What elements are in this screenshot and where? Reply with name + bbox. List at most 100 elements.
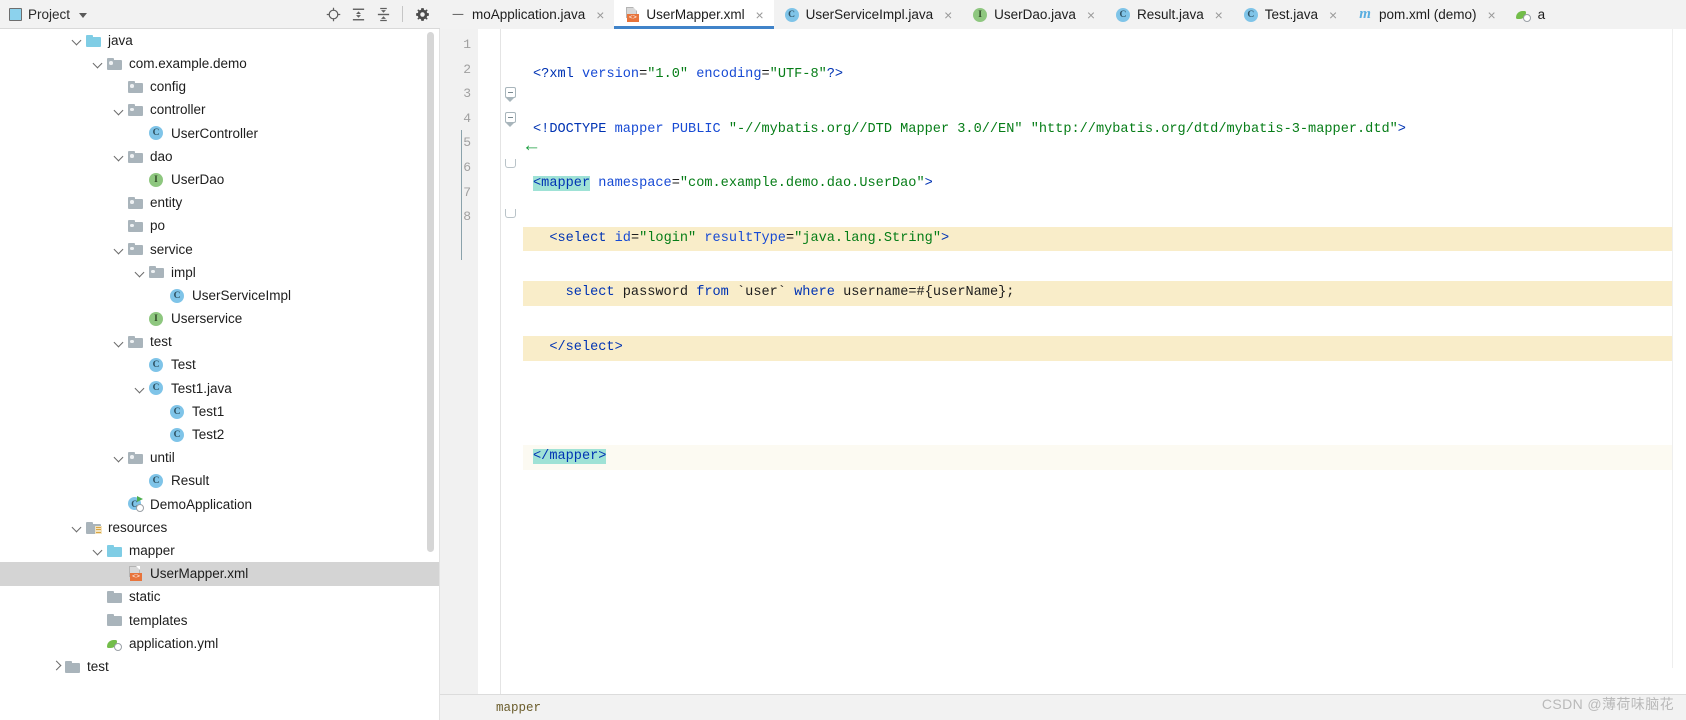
tab-label: UserServiceImpl.java [805,7,934,22]
tree-item-impl[interactable]: impl [0,261,440,284]
settings-gear-icon[interactable] [411,3,433,25]
editor-tab-moapplication[interactable]: ─ moApplication.java × [440,0,614,29]
close-icon[interactable]: × [1213,8,1225,22]
tree-item-entity[interactable]: entity [0,191,440,214]
tree-item-label: service [150,241,193,257]
main-body: java com.example.demo config controller C Use… [0,29,1686,720]
tree-item-templates[interactable]: templates [0,609,440,632]
tab-label: moApplication.java [472,7,586,22]
tree-item-label: until [150,450,175,466]
tree-item-test1[interactable]: C Test1 [0,400,440,423]
tree-item-controller[interactable]: controller [0,99,440,122]
tree-item-label: com.example.demo [129,56,247,72]
chevron-down-icon[interactable] [79,12,88,18]
folder-package [128,243,145,256]
code-folding-column[interactable] [500,29,523,694]
tree-toggle-icon [113,220,126,233]
tree-toggle-icon[interactable] [113,150,126,163]
tree-item-test2[interactable]: C Test2 [0,423,440,446]
tree-toggle-icon[interactable] [134,382,147,395]
interface-icon: I [149,172,166,187]
code-line-3[interactable]: <mapper namespace="com.example.demo.dao.… [523,172,1686,197]
tree-item-test[interactable]: test [0,330,440,353]
close-icon[interactable]: × [754,8,766,22]
tree-toggle-icon[interactable] [92,57,105,70]
close-icon[interactable]: × [1327,8,1339,22]
collapse-all-icon[interactable] [372,3,394,25]
line-number: 5 [463,135,471,151]
class-icon: C [149,358,166,373]
tree-item-label: Test1.java [171,380,232,396]
code-line-7[interactable] [523,391,1686,416]
tree-toggle-icon[interactable] [71,521,84,534]
editor-tab-test[interactable]: C Test.java × [1233,0,1347,29]
editor-tab-application-yml[interactable]: a [1506,0,1554,29]
project-tree[interactable]: java com.example.demo config controller C Use… [0,29,440,720]
tree-toggle-icon[interactable] [113,243,126,256]
tree-item-label: impl [171,264,196,280]
tree-item-dao[interactable]: dao [0,145,440,168]
close-icon[interactable]: × [1486,8,1498,22]
editor-tab-result[interactable]: C Result.java × [1105,0,1233,29]
locate-in-tree-icon[interactable] [322,3,344,25]
tree-toggle-icon [113,80,126,93]
tree-item-userserviceimpl[interactable]: C UserServiceImpl [0,284,440,307]
fold-marker-mapper[interactable] [501,82,523,107]
project-tree-scrollbar[interactable] [427,32,434,552]
line-number: 1 [463,37,471,52]
tree-toggle-icon[interactable] [113,336,126,349]
gutter-annotation-column[interactable]: ← [478,29,541,694]
editor-tab-userdao[interactable]: I UserDao.java × [962,0,1105,29]
close-icon[interactable]: × [1085,8,1097,22]
editor-tab-userserviceimpl[interactable]: C UserServiceImpl.java × [774,0,963,29]
tree-toggle-icon[interactable] [113,104,126,117]
breadcrumb-segment[interactable]: mapper [496,701,541,715]
folder-package [128,220,145,233]
code-line-8[interactable]: </mapper> [523,445,1686,470]
code-line-1[interactable]: <?xml version="1.0" encoding="UTF-8"?> [523,63,1686,88]
editor-tab-usermapper-xml[interactable]: <> UserMapper.xml × [614,0,774,29]
line-number: 8 [463,209,471,225]
close-icon[interactable]: × [942,8,954,22]
fold-marker-select[interactable] [501,107,523,132]
tree-item-resources[interactable]: resources [0,516,440,539]
code-line-4[interactable]: <select id="login" resultType="java.lang… [523,226,1686,252]
tree-toggle-icon[interactable] [113,451,126,464]
tree-toggle-icon[interactable] [134,266,147,279]
editor-viewport[interactable]: 1 2 3 4 5 6 7 8 ← <?xml version="1.0" en… [440,29,1686,694]
code-line-6[interactable]: </select> [523,335,1686,361]
project-title-group[interactable]: Project [0,7,88,22]
tree-toggle-icon[interactable] [71,34,84,47]
error-stripe-markers[interactable] [1672,29,1686,668]
tree-toggle-icon[interactable] [50,660,63,673]
tree-item-usermapper-xml[interactable]: <> UserMapper.xml [0,562,440,586]
tree-item-config[interactable]: config [0,75,440,98]
fold-end-mapper[interactable] [501,205,523,230]
tree-item-result[interactable]: C Result [0,470,440,493]
tree-item-java[interactable]: java [0,29,440,52]
tree-item-userservice[interactable]: I Userservice [0,307,440,330]
breadcrumb[interactable]: mapper [440,694,1686,720]
fold-end-select[interactable] [501,156,523,181]
tree-item-usercontroller[interactable]: C UserController [0,122,440,145]
tree-item-test1-java[interactable]: C Test1.java [0,377,440,400]
tree-item-po[interactable]: po [0,215,440,238]
tree-item-com-example-demo[interactable]: com.example.demo [0,52,440,75]
tree-item-until[interactable]: until [0,446,440,469]
tree-item-userdao[interactable]: I UserDao [0,168,440,191]
tree-item-application-yml[interactable]: application.yml [0,632,440,655]
tree-item-service[interactable]: service [0,238,440,261]
tree-item-mapper[interactable]: mapper [0,539,440,562]
tree-item-demoapplication[interactable]: C DemoApplication [0,493,440,516]
code-content[interactable]: <?xml version="1.0" encoding="UTF-8"?> <… [523,29,1686,694]
code-line-2[interactable]: <!DOCTYPE mapper PUBLIC "-//mybatis.org/… [523,118,1686,143]
tree-item-test[interactable]: test [0,655,440,678]
tree-item-test[interactable]: C Test [0,354,440,377]
tree-item-static[interactable]: static [0,586,440,609]
editor-tab-pom-xml[interactable]: m pom.xml (demo) × [1347,0,1506,29]
tree-toggle-icon[interactable] [92,544,105,557]
close-icon[interactable]: × [594,8,606,22]
class-icon: C [170,427,187,442]
expand-all-icon[interactable] [347,3,369,25]
code-line-5[interactable]: select password from `user` where userna… [523,281,1686,306]
